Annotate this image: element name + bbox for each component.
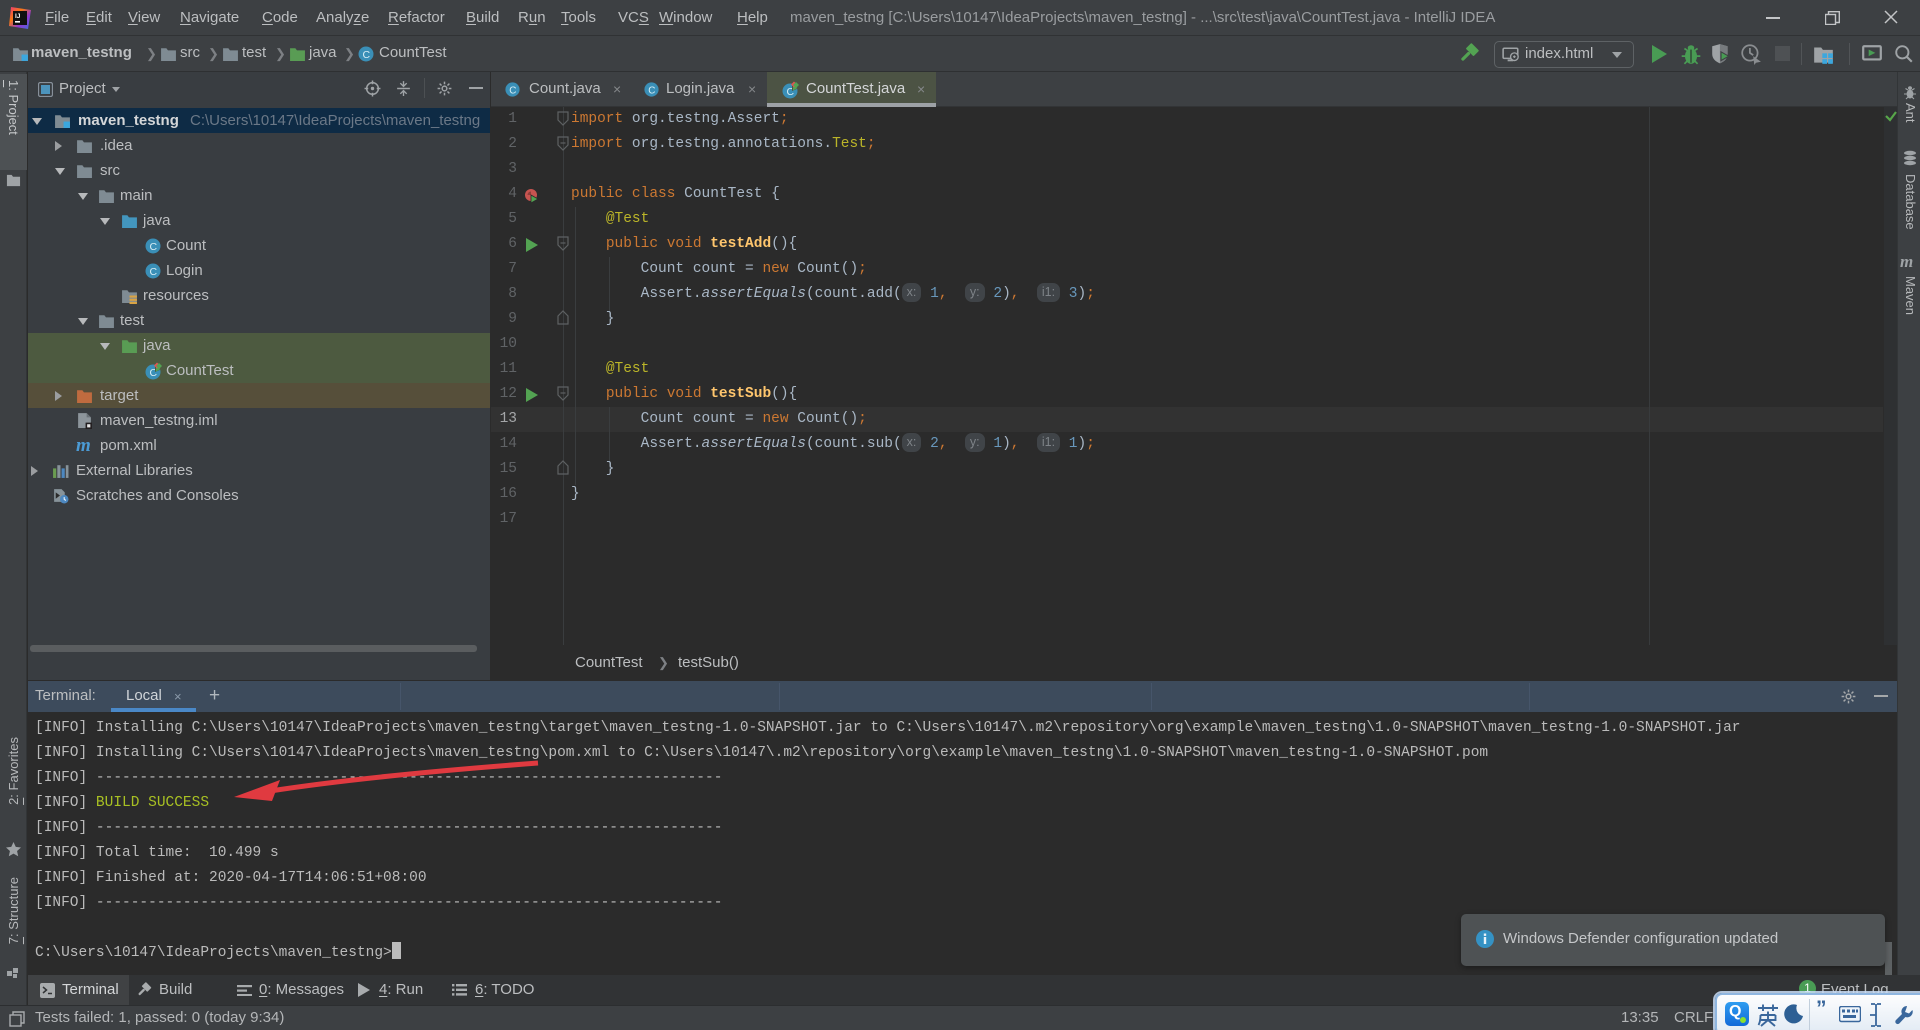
- svg-text:IJ: IJ: [15, 13, 21, 20]
- svg-text:C: C: [363, 49, 371, 61]
- svg-text:C: C: [509, 85, 516, 96]
- svg-text:C: C: [648, 85, 655, 96]
- svg-text:C: C: [150, 266, 158, 278]
- svg-text:C: C: [150, 241, 158, 253]
